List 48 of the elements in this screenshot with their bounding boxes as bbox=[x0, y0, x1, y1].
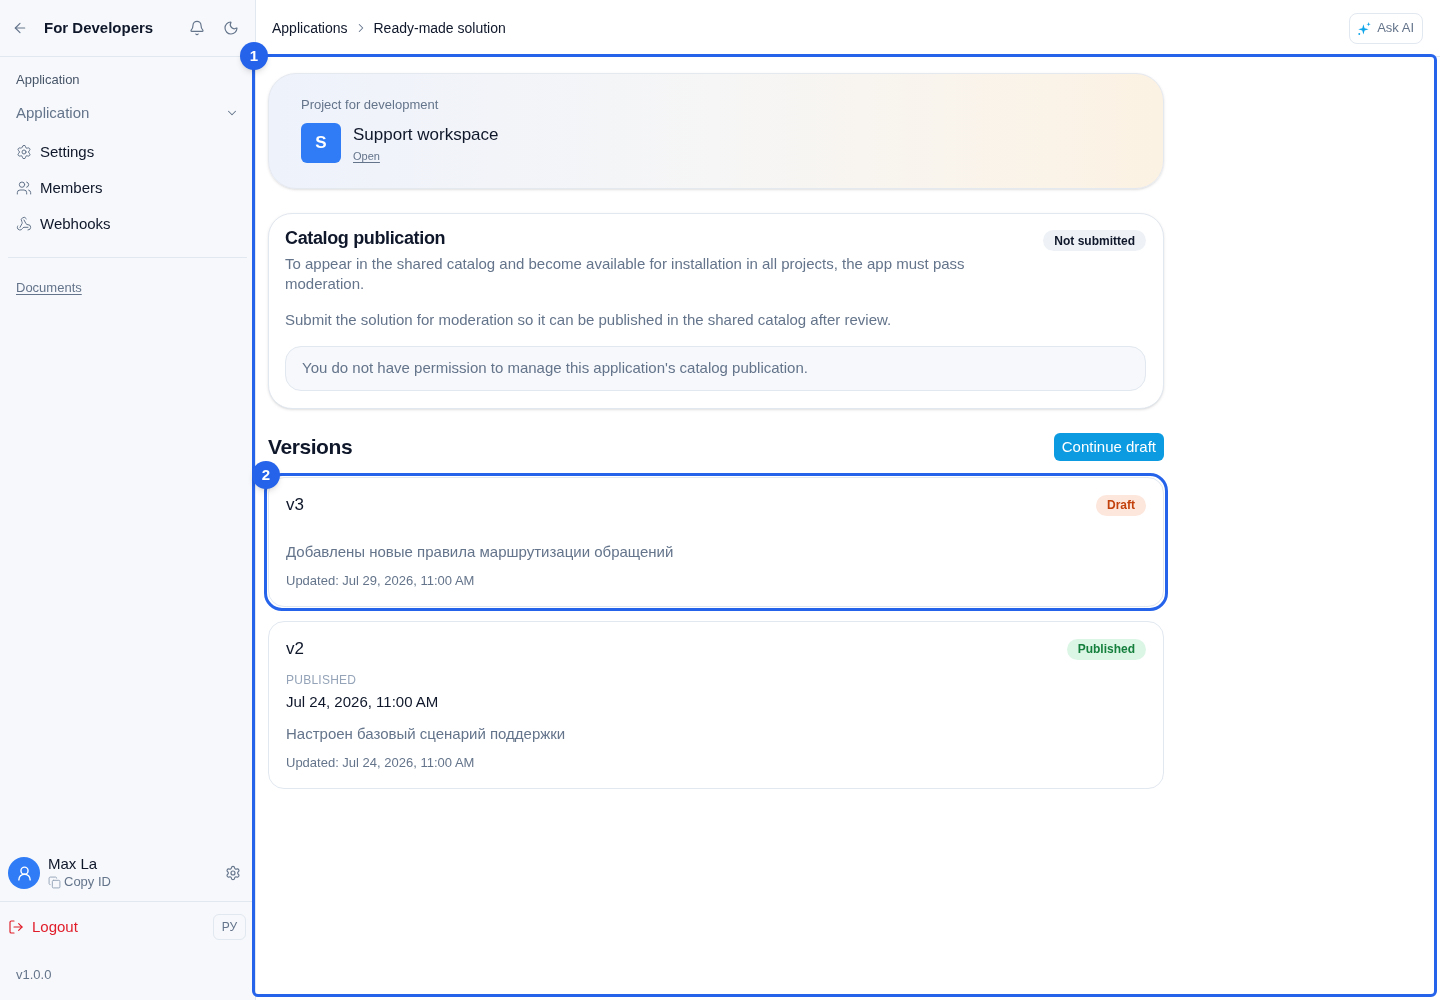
settings-icon[interactable] bbox=[225, 865, 241, 881]
project-name: Support workspace bbox=[353, 124, 499, 146]
version-updated: Updated: Jul 24, 2026, 11:00 AM bbox=[286, 754, 476, 772]
catalog-text: To appear in the shared catalog and become available for installation in all projects, the app must pass moderation. bbox=[285, 254, 966, 294]
breadcrumb-link[interactable]: Applications bbox=[272, 17, 348, 39]
copy-icon bbox=[48, 875, 61, 889]
project-avatar: S bbox=[301, 123, 341, 163]
open-link[interactable]: Open bbox=[353, 149, 380, 163]
ask-ai-button[interactable]: Ask AI bbox=[1349, 12, 1423, 44]
section-label: Application bbox=[15, 71, 81, 89]
version-updated: Updated: Jul 29, 2026, 11:00 AM bbox=[286, 572, 476, 590]
version-name: v2 bbox=[286, 638, 304, 660]
catalog-text: Submit the solution for moderation so it can be published in the shared catalog after review. bbox=[285, 310, 893, 330]
app-version: v1.0.0 bbox=[15, 966, 53, 984]
project-label: Project for development bbox=[301, 96, 440, 114]
version-status: Published bbox=[1066, 638, 1146, 660]
catalog-title: Catalog publication bbox=[285, 227, 446, 250]
version-status: Draft bbox=[1096, 494, 1146, 516]
people-icon bbox=[16, 180, 32, 196]
permission-notice: You do not have permission to manage this application's catalog publication. bbox=[285, 346, 1146, 391]
version-description: Добавлены новые правила маршрутизации обращений bbox=[286, 542, 675, 562]
webhook-icon bbox=[16, 216, 32, 232]
sparkle-icon bbox=[1358, 21, 1372, 35]
documents-link[interactable]: Documents bbox=[8, 279, 90, 297]
app-select[interactable]: Application bbox=[8, 95, 247, 131]
published-label: PUBLISHED bbox=[286, 672, 358, 688]
number-marker: 1 bbox=[240, 42, 268, 70]
nav-item[interactable]: Webhooks bbox=[8, 206, 247, 242]
continue-draft-button[interactable]: Continue draft bbox=[1053, 433, 1164, 461]
copy-id-button[interactable]: Copy ID bbox=[48, 873, 111, 891]
nav-item[interactable]: Members bbox=[8, 170, 247, 206]
catalog-status: Not submitted bbox=[1043, 230, 1146, 251]
moon-icon[interactable] bbox=[223, 20, 239, 36]
logout-icon bbox=[8, 919, 24, 935]
versions-title: Versions bbox=[268, 434, 353, 461]
number-marker: 2 bbox=[252, 461, 280, 489]
version-description: Настроен базовый сценарий поддержки bbox=[286, 724, 567, 744]
language-button[interactable]: РУ bbox=[213, 914, 246, 940]
avatar-icon bbox=[8, 857, 40, 889]
current-page-title: Ready-made solution bbox=[373, 18, 506, 38]
user-name: Max La bbox=[48, 855, 99, 873]
app-title: For Developers bbox=[44, 17, 154, 38]
version-name: v3 bbox=[286, 494, 304, 516]
published-date: Jul 24, 2026, 11:00 AM bbox=[286, 692, 440, 712]
logout-button[interactable]: Logout bbox=[8, 914, 78, 940]
gear-icon bbox=[16, 144, 32, 160]
bell-icon[interactable] bbox=[189, 20, 205, 36]
nav-item[interactable]: Settings bbox=[8, 134, 247, 170]
